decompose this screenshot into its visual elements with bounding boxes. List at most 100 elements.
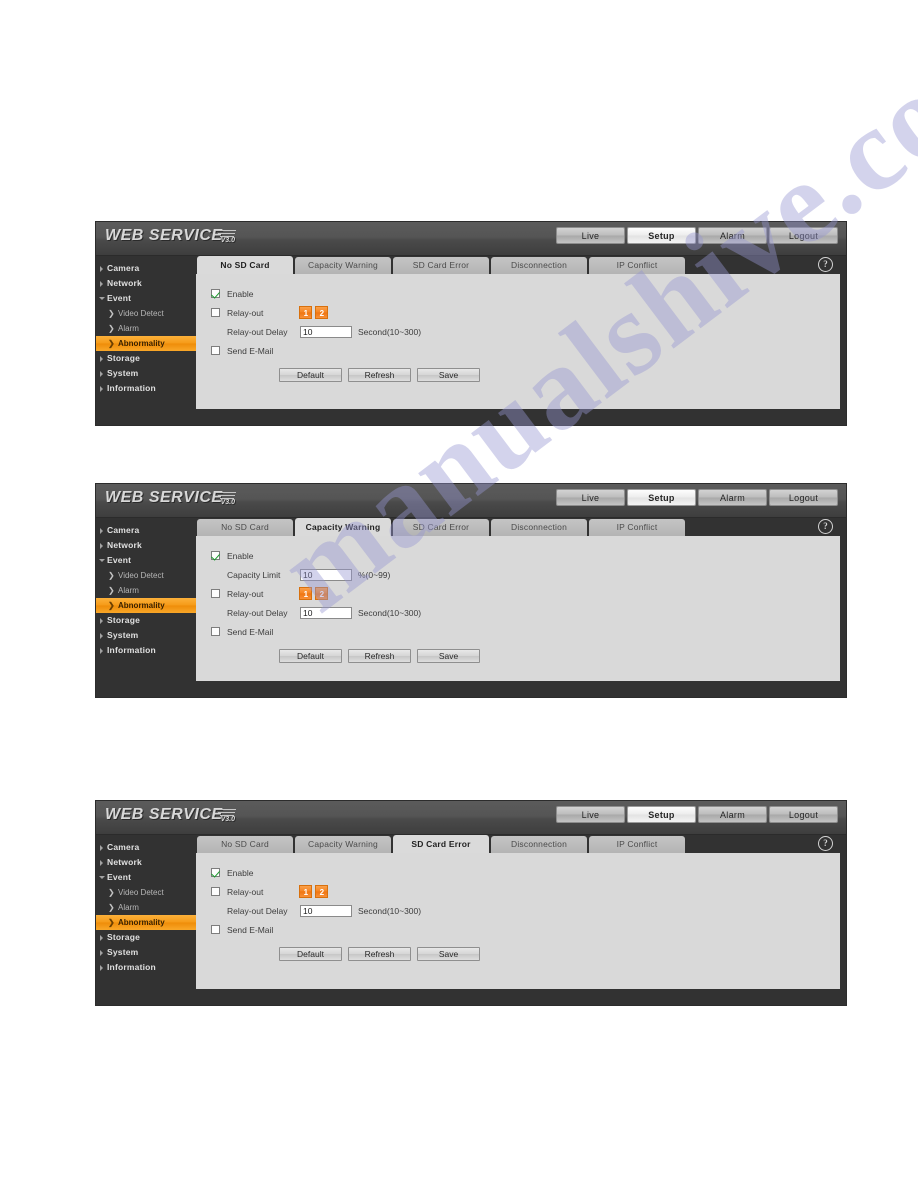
tab-sd-card-error[interactable]: SD Card Error [393,519,489,536]
chevron-right-icon: ❯ [108,339,115,348]
nav-button-alarm[interactable]: Alarm [698,489,767,506]
default-button[interactable]: Default [279,649,342,663]
sidebar-item-storage[interactable]: Storage [96,930,196,945]
refresh-button[interactable]: Refresh [348,649,411,663]
nav-button-live[interactable]: Live [556,227,625,244]
send-email-checkbox[interactable] [211,627,220,636]
nav-button-alarm[interactable]: Alarm [698,806,767,823]
nav-button-setup[interactable]: Setup [627,227,696,244]
sidebar-item-video-detect[interactable]: ❯ Video Detect [96,568,196,583]
send-email-checkbox[interactable] [211,346,220,355]
relay-delay-input[interactable] [300,904,352,917]
default-button[interactable]: Default [279,947,342,961]
nav-button-logout[interactable]: Logout [769,227,838,244]
sidebar-item-video-detect[interactable]: ❯ Video Detect [96,885,196,900]
sidebar-item-network[interactable]: Network [96,276,196,291]
nav-button-alarm[interactable]: Alarm [698,227,767,244]
send-email-checkbox[interactable] [211,925,220,934]
relay-button-2[interactable]: 2 [315,306,329,319]
sidebar-item-camera[interactable]: Camera [96,840,196,855]
capacity-limit-input[interactable] [300,568,352,581]
sidebar-item-abnormality[interactable]: ❯ Abnormality [96,336,196,351]
nav-button-logout[interactable]: Logout [769,806,838,823]
save-button[interactable]: Save [417,947,480,961]
sidebar-item-label: Event [107,872,132,882]
tab-no-sd-card[interactable]: No SD Card [197,836,293,853]
sidebar-item-information[interactable]: Information [96,960,196,975]
enable-checkbox[interactable] [211,551,220,560]
relay-button-1[interactable]: 1 [299,306,313,319]
sidebar-item-abnormality[interactable]: ❯ Abnormality [96,598,196,613]
sidebar-item-video-detect[interactable]: ❯ Video Detect [96,306,196,321]
relay-out-checkbox[interactable] [211,308,220,317]
relay-out-checkbox[interactable] [211,589,220,598]
brand-logo: WEB SERVICEV3.0 [105,227,237,245]
tab-ip-conflict[interactable]: IP Conflict [589,836,685,853]
sidebar-item-network[interactable]: Network [96,538,196,553]
sidebar-item-camera[interactable]: Camera [96,261,196,276]
chevron-right-icon [100,845,103,851]
sidebar-item-information[interactable]: Information [96,643,196,658]
sidebar-item-information[interactable]: Information [96,381,196,396]
tab-sd-card-error[interactable]: SD Card Error [393,257,489,274]
help-icon[interactable]: ? [818,257,833,272]
tab-disconnection[interactable]: Disconnection [491,257,587,274]
sidebar-item-event[interactable]: Event [96,870,196,885]
refresh-button[interactable]: Refresh [348,947,411,961]
relay-button-1[interactable]: 1 [299,885,313,898]
sidebar-item-system[interactable]: System [96,945,196,960]
sidebar-item-system[interactable]: System [96,366,196,381]
tab-disconnection[interactable]: Disconnection [491,836,587,853]
row-enable: Enable [196,546,840,565]
chevron-right-icon: ❯ [108,888,115,897]
action-buttons: Default Refresh Save [196,368,840,382]
sidebar-item-storage[interactable]: Storage [96,351,196,366]
sidebar-item-alarm[interactable]: ❯ Alarm [96,900,196,915]
relay-button-2[interactable]: 2 [315,587,329,600]
sidebar-item-abnormality[interactable]: ❯ Abnormality [96,915,196,930]
relay-out-checkbox[interactable] [211,887,220,896]
nav-button-live[interactable]: Live [556,489,625,506]
nav-button-setup[interactable]: Setup [627,489,696,506]
tab-disconnection[interactable]: Disconnection [491,519,587,536]
tab-capacity-warning[interactable]: Capacity Warning [295,257,391,274]
relay-out-label: Relay-out [227,588,264,599]
nav-button-live[interactable]: Live [556,806,625,823]
tab-sd-card-error[interactable]: SD Card Error [393,835,489,853]
tab-no-sd-card[interactable]: No SD Card [197,256,293,274]
sidebar-item-label: System [107,630,139,640]
relay-delay-input[interactable] [300,606,352,619]
tab-ip-conflict[interactable]: IP Conflict [589,257,685,274]
tab-capacity-warning[interactable]: Capacity Warning [295,836,391,853]
enable-checkbox[interactable] [211,868,220,877]
sidebar-item-system[interactable]: System [96,628,196,643]
sidebar-item-label: Information [107,383,156,393]
settings-panel: Enable Relay-out 1 2 Relay-out Delay Sec… [196,274,840,409]
sidebar-item-label: Event [107,293,132,303]
refresh-button[interactable]: Refresh [348,368,411,382]
sidebar-item-event[interactable]: Event [96,553,196,568]
relay-delay-input[interactable] [300,325,352,338]
tab-capacity-warning[interactable]: Capacity Warning [295,518,391,536]
tab-no-sd-card[interactable]: No SD Card [197,519,293,536]
sidebar-item-storage[interactable]: Storage [96,613,196,628]
help-icon[interactable]: ? [818,836,833,851]
default-button[interactable]: Default [279,368,342,382]
sidebar-item-network[interactable]: Network [96,855,196,870]
nav-button-setup[interactable]: Setup [627,806,696,823]
nav-button-logout[interactable]: Logout [769,489,838,506]
relay-button-1[interactable]: 1 [299,587,313,600]
sidebar-item-alarm[interactable]: ❯ Alarm [96,583,196,598]
chevron-right-icon: ❯ [108,586,115,595]
relay-button-2[interactable]: 2 [315,885,329,898]
save-button[interactable]: Save [417,368,480,382]
help-icon[interactable]: ? [818,519,833,534]
enable-checkbox[interactable] [211,289,220,298]
sidebar-item-alarm[interactable]: ❯ Alarm [96,321,196,336]
row-relay-delay: Relay-out Delay Second(10~300) [196,901,840,920]
save-button[interactable]: Save [417,649,480,663]
sidebar-item-camera[interactable]: Camera [96,523,196,538]
sidebar-item-event[interactable]: Event [96,291,196,306]
tab-ip-conflict[interactable]: IP Conflict [589,519,685,536]
app-window-sd-card-error: WEB SERVICEV3.0 Live Setup Alarm Logout C… [96,801,846,1005]
